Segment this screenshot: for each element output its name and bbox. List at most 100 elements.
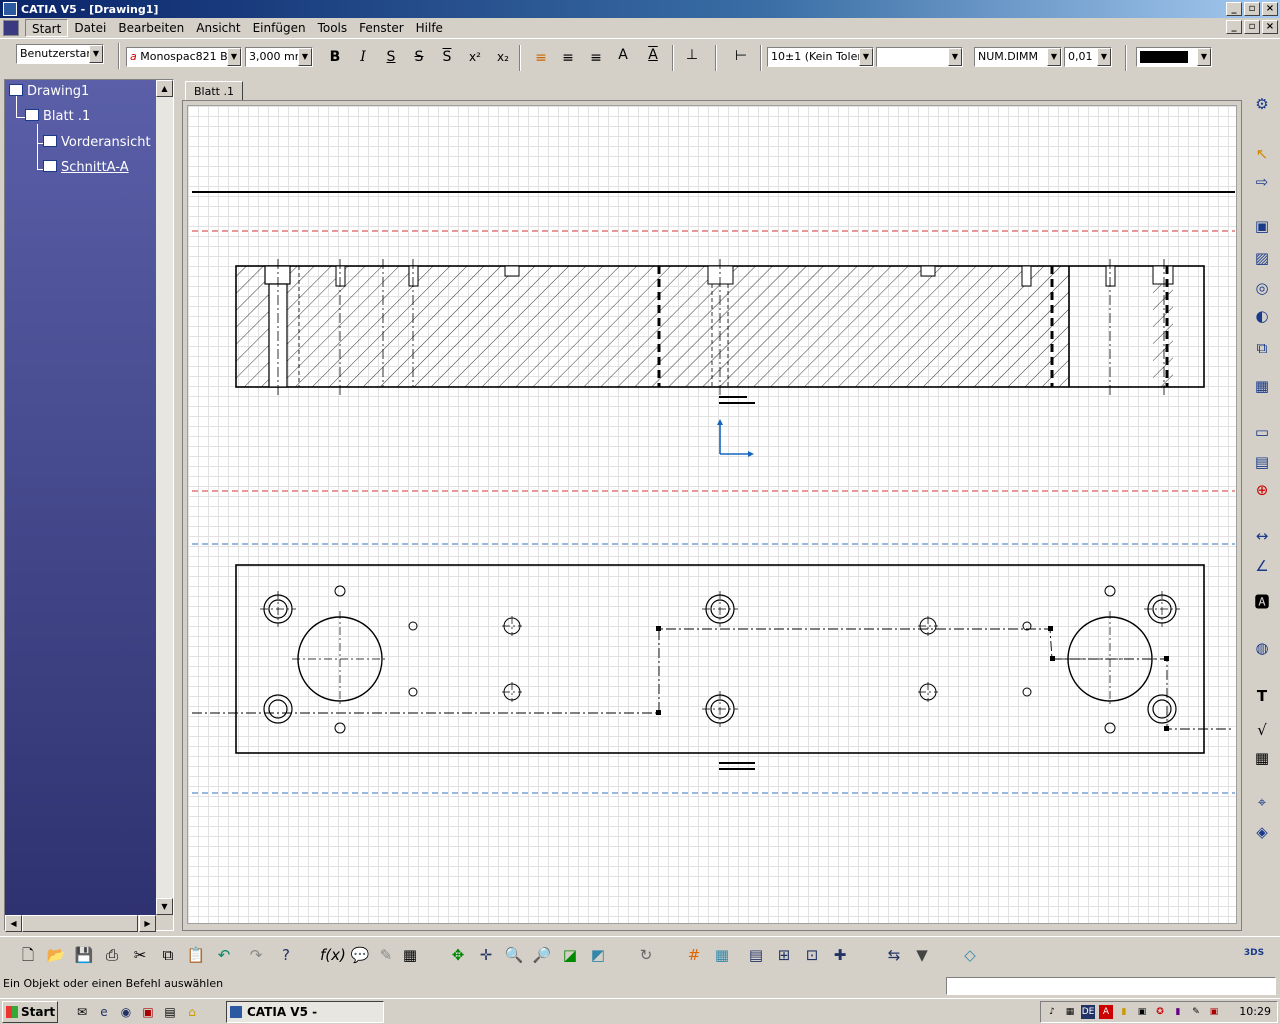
dress-up-icon[interactable]: ◈ bbox=[1250, 820, 1274, 844]
tree-root-drawing[interactable]: Drawing1 bbox=[9, 84, 89, 99]
tree-view-front[interactable]: Vorderansicht bbox=[43, 135, 151, 150]
align-center-icon[interactable]: ≡ bbox=[556, 46, 580, 70]
constraint-icon[interactable]: ∠ bbox=[1250, 554, 1274, 578]
dimension-icon[interactable]: ↔ bbox=[1250, 524, 1274, 548]
analysis-icon[interactable]: ▤ bbox=[744, 943, 768, 967]
tray-network-icon[interactable]: ▦ bbox=[1063, 1005, 1077, 1019]
align-left-icon[interactable]: ≡ bbox=[529, 46, 553, 70]
scroll-left-icon[interactable]: ◀ bbox=[5, 915, 22, 932]
align-right-icon[interactable]: ≡ bbox=[584, 46, 608, 70]
menu-hilfe[interactable]: Hilfe bbox=[410, 19, 449, 37]
text-annotation-icon[interactable]: 🅰 bbox=[1250, 590, 1274, 614]
broken-view-icon[interactable]: ⧉ bbox=[1250, 336, 1274, 360]
numeric-format-select[interactable]: NUM.DIMM ▼ bbox=[974, 47, 1062, 67]
quicklaunch-app-icon[interactable]: ▤ bbox=[162, 1004, 178, 1020]
start-button[interactable]: Start bbox=[2, 1001, 58, 1023]
menu-einfuegen[interactable]: Einfügen bbox=[247, 19, 312, 37]
tree-vertical-scrollbar[interactable]: ▲ ▼ bbox=[156, 80, 173, 915]
underline-icon[interactable]: S bbox=[379, 45, 403, 69]
precision-select[interactable]: 0,01 ▼ bbox=[1064, 47, 1112, 67]
font-select[interactable]: a Monospac821 BT ▼ bbox=[126, 47, 242, 67]
task-catia[interactable]: CATIA V5 - [Drawing1] bbox=[226, 1001, 384, 1023]
tree-view-section[interactable]: SchnittA-A bbox=[43, 160, 129, 175]
tray-service-icon[interactable]: ▮ bbox=[1171, 1005, 1185, 1019]
snap-icon[interactable]: ⇨ bbox=[1250, 170, 1274, 194]
quicklaunch-folder-icon[interactable]: ⌂ bbox=[184, 1004, 200, 1020]
scroll-right-icon[interactable]: ▶ bbox=[139, 915, 156, 932]
font-size-select[interactable]: 3,000 mm ▼ bbox=[245, 47, 313, 67]
italic-icon[interactable]: I bbox=[351, 45, 375, 69]
tab-sheet-1[interactable]: Blatt .1 bbox=[185, 81, 243, 102]
zoom-in-icon[interactable]: 🔍 bbox=[502, 943, 526, 967]
section-view-icon[interactable]: ▨ bbox=[1250, 246, 1274, 270]
tolerance-value-select[interactable]: ▼ bbox=[876, 47, 963, 67]
tree-horizontal-scrollbar[interactable]: ◀ ▶ bbox=[5, 915, 156, 932]
quicklaunch-browser-icon[interactable]: ◉ bbox=[118, 1004, 134, 1020]
bold-icon[interactable]: B bbox=[323, 45, 347, 69]
menu-start[interactable]: Start bbox=[25, 19, 69, 37]
normal-view-icon[interactable]: ◪ bbox=[558, 943, 582, 967]
formula-icon[interactable]: f(x) bbox=[320, 943, 346, 967]
style-select[interactable]: Benutzerstanc ▼ bbox=[16, 44, 104, 64]
update-icon[interactable]: ↻ bbox=[634, 943, 658, 967]
menu-ansicht[interactable]: Ansicht bbox=[190, 19, 246, 37]
minimize-button[interactable]: _ bbox=[1226, 2, 1242, 16]
tray-security-icon[interactable]: ▮ bbox=[1117, 1005, 1131, 1019]
superscript-icon[interactable]: x² bbox=[463, 45, 487, 69]
tray-monitor-icon[interactable]: ▣ bbox=[1135, 1005, 1149, 1019]
measure-icon[interactable]: ⊡ bbox=[800, 943, 824, 967]
strikethrough-icon[interactable]: S bbox=[407, 45, 431, 69]
rectangle-icon[interactable]: ▭ bbox=[1250, 420, 1274, 444]
layer-icon[interactable]: ◇ bbox=[958, 943, 982, 967]
grid-icon[interactable]: # bbox=[682, 943, 706, 967]
undo-icon[interactable]: ↶ bbox=[212, 943, 236, 967]
quicklaunch-save-icon[interactable]: ▣ bbox=[140, 1004, 156, 1020]
select-arrow-icon[interactable]: ↖ bbox=[1250, 142, 1274, 166]
properties-icon[interactable]: ✚ bbox=[828, 943, 852, 967]
tray-save-icon[interactable]: ▣ bbox=[1207, 1005, 1221, 1019]
close-button[interactable]: × bbox=[1262, 2, 1278, 16]
tray-alert-icon[interactable]: ✪ bbox=[1153, 1005, 1167, 1019]
frame-icon[interactable]: A bbox=[641, 43, 665, 67]
tolerance-select[interactable]: 10±1 (Kein Tolerar ▼ bbox=[767, 47, 874, 67]
geometric-icon[interactable]: ⇆ bbox=[882, 943, 906, 967]
scroll-up-icon[interactable]: ▲ bbox=[156, 80, 173, 97]
drawing-canvas[interactable] bbox=[187, 105, 1237, 924]
tray-app-icon[interactable]: A bbox=[1099, 1005, 1113, 1019]
balloon-icon[interactable]: ◍ bbox=[1250, 636, 1274, 660]
subscript-icon[interactable]: x₂ bbox=[491, 45, 515, 69]
scroll-thumb[interactable] bbox=[22, 915, 138, 932]
circle-profile-icon[interactable]: ⊕ bbox=[1250, 478, 1274, 502]
cut-section-icon[interactable]: ▼ bbox=[910, 943, 934, 967]
comment-icon[interactable]: 💬 bbox=[348, 943, 372, 967]
view-wizard-icon[interactable]: ▦ bbox=[1250, 374, 1274, 398]
menu-fenster[interactable]: Fenster bbox=[353, 19, 410, 37]
doc-restore-button[interactable]: ▫ bbox=[1244, 20, 1260, 34]
insert-symbol-icon[interactable]: A bbox=[611, 43, 635, 67]
command-input[interactable] bbox=[946, 977, 1276, 995]
redo-icon[interactable]: ↷ bbox=[244, 943, 268, 967]
tray-language-icon[interactable]: DE bbox=[1081, 1005, 1095, 1019]
color-select[interactable]: ▼ bbox=[1136, 47, 1212, 67]
save-icon[interactable]: 💾 bbox=[72, 943, 96, 967]
copy-icon[interactable]: ⧉ bbox=[156, 943, 180, 967]
front-view[interactable] bbox=[192, 564, 1232, 754]
menu-bearbeiten[interactable]: Bearbeiten bbox=[112, 19, 190, 37]
table-edit-icon[interactable]: ▦ bbox=[398, 943, 422, 967]
tray-speaker-icon[interactable]: ♪ bbox=[1045, 1005, 1059, 1019]
table-icon[interactable]: ▦ bbox=[1250, 746, 1274, 770]
dimension-line-icon[interactable]: ⊢ bbox=[729, 44, 753, 68]
paste-icon[interactable]: 📋 bbox=[184, 943, 208, 967]
text-icon[interactable]: T bbox=[1250, 684, 1274, 708]
view-mode-icon[interactable]: ◩ bbox=[586, 943, 610, 967]
fit-all-icon[interactable]: ✥ bbox=[446, 943, 470, 967]
tree-sheet[interactable]: Blatt .1 bbox=[25, 109, 90, 124]
menu-datei[interactable]: Datei bbox=[68, 19, 112, 37]
help-icon[interactable]: ? bbox=[274, 943, 298, 967]
roughness-icon[interactable]: √ bbox=[1250, 718, 1274, 742]
scroll-down-icon[interactable]: ▼ bbox=[156, 898, 173, 915]
detail-view-icon[interactable]: ◎ bbox=[1250, 276, 1274, 300]
quicklaunch-outlook-icon[interactable]: ✉ bbox=[74, 1004, 90, 1020]
snap-grid-icon[interactable]: ▦ bbox=[710, 943, 734, 967]
doc-minimize-button[interactable]: _ bbox=[1226, 20, 1242, 34]
